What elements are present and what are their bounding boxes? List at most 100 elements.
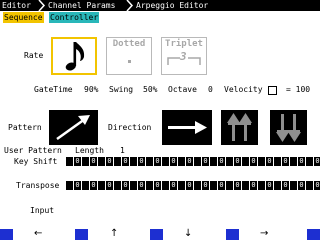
- key-shift-marker: [194, 157, 201, 166]
- breadcrumb: Editor Channel Params Arpeggio Editor: [0, 0, 320, 11]
- swing-value[interactable]: 50%: [143, 85, 157, 95]
- chevron-right-icon: [126, 0, 134, 11]
- direction-forward-button[interactable]: [162, 110, 212, 145]
- direction-label: Direction: [108, 123, 152, 132]
- transpose-cell[interactable]: 0: [202, 181, 209, 190]
- key-shift-cell[interactable]: 0: [138, 157, 145, 166]
- octave-label: Octave: [168, 85, 197, 94]
- transpose-cell[interactable]: 0: [138, 181, 145, 190]
- tab-controller[interactable]: Controller: [49, 12, 100, 23]
- transpose-marker: [162, 181, 169, 190]
- key-shift-cell[interactable]: 0: [74, 157, 81, 166]
- key-shift-marker: [178, 157, 185, 166]
- key-shift-cell[interactable]: 0: [154, 157, 161, 166]
- tab-sequence[interactable]: Sequence: [3, 12, 44, 23]
- transpose-marker: [194, 181, 201, 190]
- velocity-checkbox[interactable]: [268, 86, 277, 95]
- left-arrow-icon[interactable]: ←: [34, 228, 42, 239]
- transpose-marker: [66, 181, 73, 190]
- transpose-marker: [210, 181, 217, 190]
- key-shift-cell[interactable]: 0: [122, 157, 129, 166]
- double-down-arrow-icon: [276, 114, 301, 142]
- length-label: Length: [75, 146, 104, 155]
- key-shift-marker: [210, 157, 217, 166]
- rate-dotted-button[interactable]: Dotted: [106, 37, 152, 75]
- transpose-cell[interactable]: 0: [186, 181, 193, 190]
- nav-separator: [75, 229, 88, 240]
- transpose-cell[interactable]: 0: [234, 181, 241, 190]
- transpose-cell[interactable]: 0: [154, 181, 161, 190]
- transpose-cell[interactable]: 0: [74, 181, 81, 190]
- breadcrumb-item-editor[interactable]: Editor: [2, 0, 31, 11]
- rate-quarter-note-button[interactable]: [51, 37, 97, 75]
- bottom-nav-bar: ← ↑ ↓ →: [0, 228, 320, 240]
- transpose-cell[interactable]: 0: [282, 181, 289, 190]
- transpose-marker: [98, 181, 105, 190]
- transpose-cell[interactable]: 0: [218, 181, 225, 190]
- key-shift-marker: [274, 157, 281, 166]
- swing-label: Swing: [109, 85, 134, 94]
- transpose-marker: [130, 181, 137, 190]
- key-shift-cell[interactable]: 0: [106, 157, 113, 166]
- direction-up-button[interactable]: [221, 110, 258, 145]
- input-label: Input: [30, 206, 55, 215]
- dot-icon: [128, 60, 131, 63]
- nav-separator: [0, 229, 13, 240]
- rate-label: Rate: [24, 51, 44, 60]
- up-arrow-icon[interactable]: ↑: [110, 228, 118, 239]
- transpose-cell[interactable]: 0: [266, 181, 273, 190]
- down-arrow-icon[interactable]: ↓: [184, 228, 192, 239]
- transpose-cell[interactable]: 0: [170, 181, 177, 190]
- key-shift-marker: [306, 157, 313, 166]
- key-shift-cell[interactable]: 0: [234, 157, 241, 166]
- right-arrow-icon: [168, 121, 207, 134]
- key-shift-cell[interactable]: 0: [266, 157, 273, 166]
- pattern-button[interactable]: [49, 110, 98, 145]
- chevron-right-icon: [38, 0, 46, 11]
- key-shift-marker: [114, 157, 121, 166]
- breadcrumb-item-channel-params[interactable]: Channel Params: [48, 0, 115, 11]
- transpose-marker: [226, 181, 233, 190]
- transpose-marker: [258, 181, 265, 190]
- key-shift-cell[interactable]: 0: [170, 157, 177, 166]
- key-shift-marker: [162, 157, 169, 166]
- key-shift-cell[interactable]: 0: [218, 157, 225, 166]
- transpose-cell[interactable]: 0: [250, 181, 257, 190]
- octave-value[interactable]: 0: [208, 85, 213, 95]
- transpose-cell[interactable]: 0: [314, 181, 320, 190]
- key-shift-marker: [290, 157, 297, 166]
- right-arrow-icon[interactable]: →: [260, 228, 268, 239]
- rate-triplet-label: Triplet: [165, 39, 203, 49]
- transpose-cell[interactable]: 0: [106, 181, 113, 190]
- transpose-marker: [242, 181, 249, 190]
- quarter-note-icon: [65, 42, 85, 71]
- key-shift-marker: [98, 157, 105, 166]
- key-shift-cell[interactable]: 0: [298, 157, 305, 166]
- key-shift-label: Key Shift: [14, 157, 58, 166]
- transpose-marker: [274, 181, 281, 190]
- key-shift-marker: [66, 157, 73, 166]
- key-shift-cell[interactable]: 0: [250, 157, 257, 166]
- direction-down-button[interactable]: [270, 110, 307, 145]
- nav-separator: [150, 229, 163, 240]
- gatetime-value[interactable]: 90%: [84, 85, 98, 95]
- pattern-label: Pattern: [8, 123, 42, 132]
- velocity-value[interactable]: = 100: [286, 85, 310, 95]
- transpose-label: Transpose: [16, 181, 60, 190]
- transpose-cell[interactable]: 0: [122, 181, 129, 190]
- velocity-label: Velocity: [224, 85, 263, 94]
- key-shift-cell[interactable]: 0: [186, 157, 193, 166]
- key-shift-cell[interactable]: 0: [314, 157, 320, 166]
- nav-separator: [226, 229, 239, 240]
- user-pattern-label: User Pattern: [4, 146, 62, 155]
- key-shift-marker: [226, 157, 233, 166]
- key-shift-cell[interactable]: 0: [90, 157, 97, 166]
- key-shift-cell[interactable]: 0: [202, 157, 209, 166]
- transpose-cell[interactable]: 0: [298, 181, 305, 190]
- length-value[interactable]: 1: [120, 146, 125, 156]
- key-shift-cell[interactable]: 0: [282, 157, 289, 166]
- rate-triplet-button[interactable]: Triplet 3: [161, 37, 207, 75]
- breadcrumb-item-arpeggio-editor: Arpeggio Editor: [136, 1, 209, 10]
- transpose-cell[interactable]: 0: [90, 181, 97, 190]
- transpose-marker: [178, 181, 185, 190]
